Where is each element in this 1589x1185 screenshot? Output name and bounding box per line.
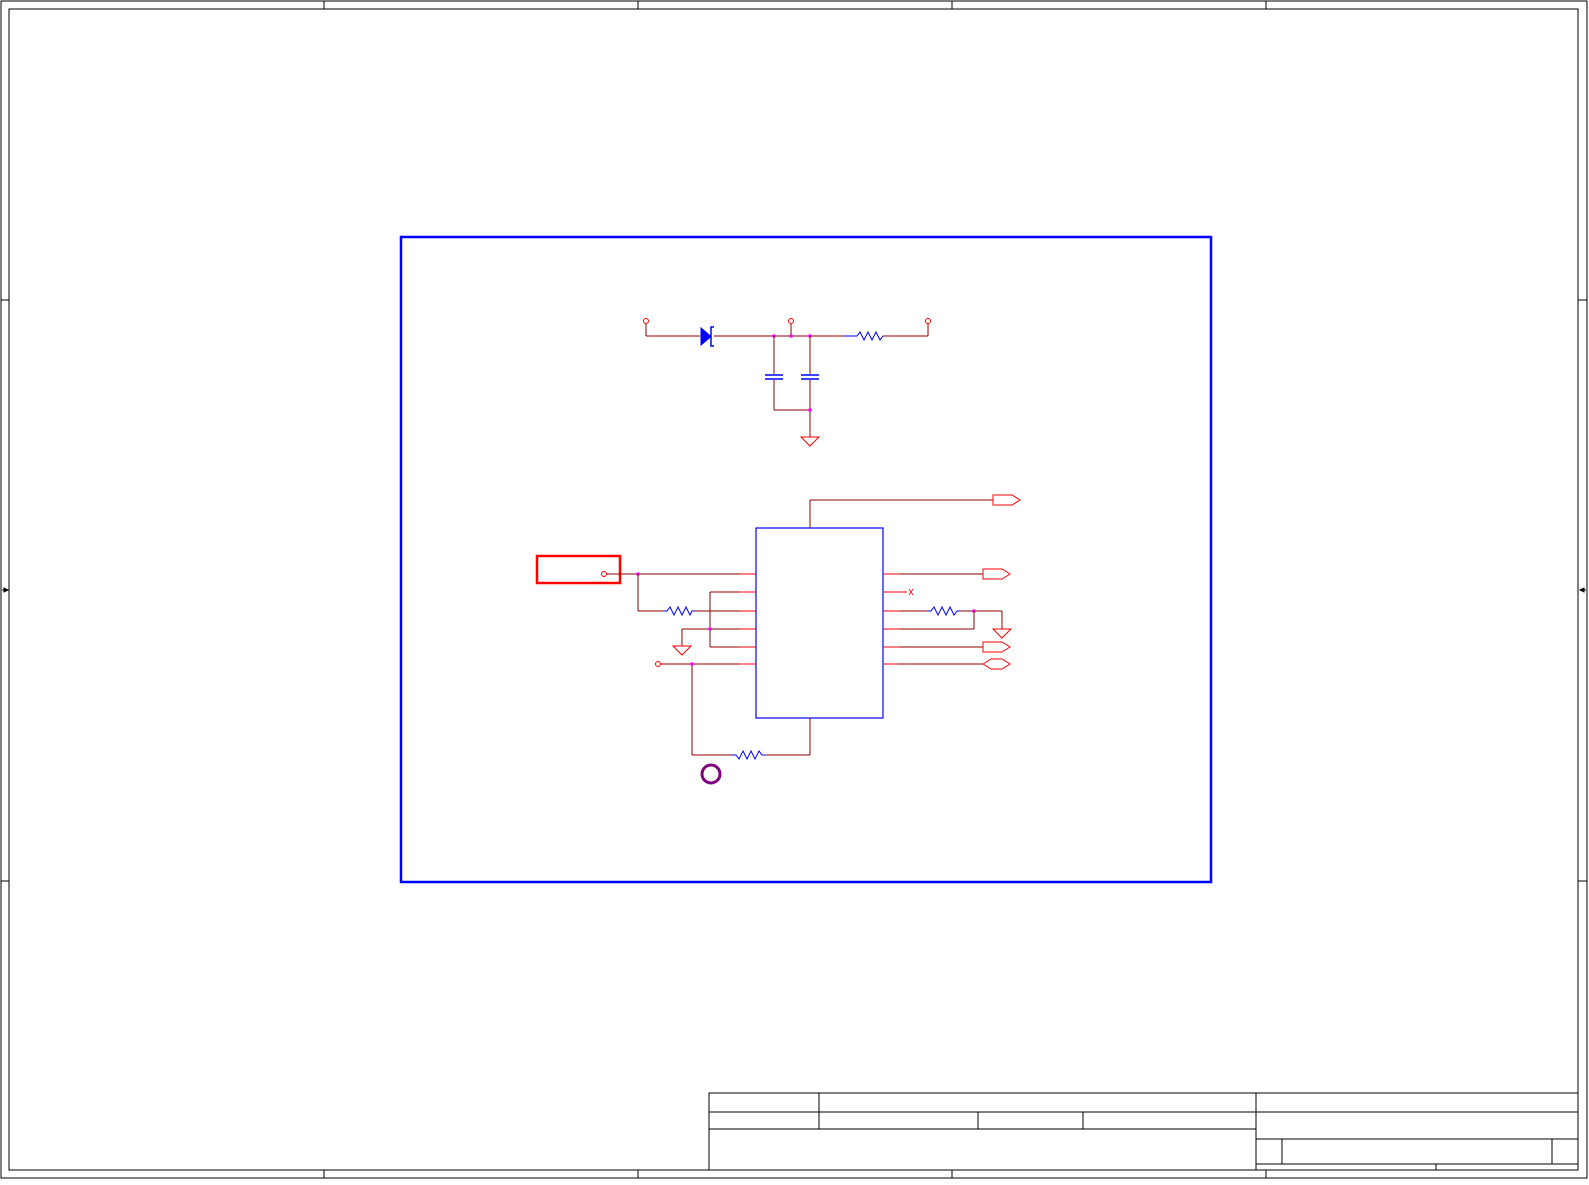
sheet-border <box>0 0 1588 1179</box>
ground-icon <box>799 436 821 447</box>
terminal-circle-icon <box>643 318 649 324</box>
terminal-circle-icon <box>601 571 607 577</box>
schematic-canvas <box>0 0 1589 1180</box>
zener-diode-icon <box>700 326 714 347</box>
center-markers <box>2 587 1586 593</box>
inner-border <box>8 8 1579 1171</box>
ground-icon <box>671 645 693 656</box>
junction-dot <box>690 662 694 666</box>
port-arrow-icon <box>992 494 1021 506</box>
ic-circuit <box>535 494 1021 785</box>
outer-border <box>0 0 1588 1179</box>
resistor-icon <box>664 605 695 617</box>
title-block-outline <box>708 1092 1579 1171</box>
resistor-icon <box>928 605 960 617</box>
schematic-svg <box>0 0 1588 1179</box>
selection-marker-circle[interactable] <box>700 763 722 785</box>
schematic-frame <box>399 235 1213 884</box>
power-input-circuit <box>643 318 931 447</box>
capacitor-icon <box>765 374 783 380</box>
title-block <box>708 1092 1579 1171</box>
port-arrow-icon <box>982 568 1011 580</box>
highlighted-input-terminal[interactable] <box>535 554 622 585</box>
resistor-icon <box>732 749 766 761</box>
port-arrow-icon <box>982 641 1011 653</box>
junction-dot <box>808 408 812 412</box>
terminal-circle-icon <box>925 318 931 324</box>
terminal-circle-icon <box>788 318 794 324</box>
capacitor-icon <box>801 374 819 380</box>
center-arrow-right-icon <box>1578 587 1585 593</box>
center-arrow-left-icon <box>3 587 10 593</box>
ground-icon <box>991 628 1013 639</box>
no-connect-x-icon <box>908 588 914 596</box>
terminal-circle-icon <box>655 661 661 667</box>
ic-body-icon <box>755 527 884 719</box>
junction-dot <box>708 627 712 631</box>
junction-dot <box>789 334 793 338</box>
bidirectional-port-icon <box>982 658 1011 670</box>
